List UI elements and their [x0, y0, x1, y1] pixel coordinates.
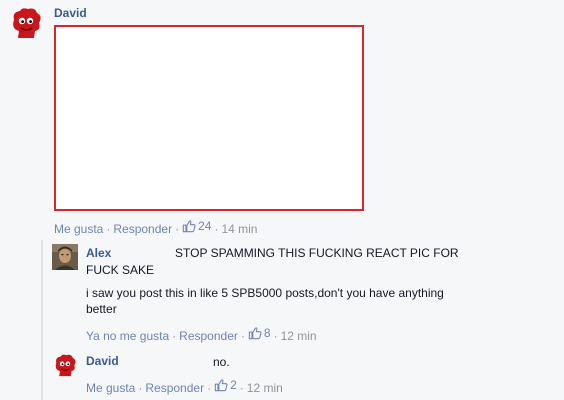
reply-thread-line [41, 240, 43, 400]
avatar[interactable] [52, 244, 78, 270]
reply-link[interactable]: Responder [145, 381, 204, 395]
comment-author[interactable]: David [54, 6, 87, 20]
likes-count[interactable]: 24 [182, 219, 211, 233]
attached-image[interactable] [54, 25, 364, 211]
avatar[interactable] [8, 6, 44, 42]
comment-text: FUCK SAKE [86, 263, 155, 277]
like-link[interactable]: Me gusta [86, 381, 135, 395]
timestamp[interactable]: 12 min [281, 329, 317, 343]
comment-actions: Me gusta · Responder · 24 · 14 min [54, 219, 258, 236]
comment-actions: Ya no me gusta · Responder · 8 · 12 min [86, 326, 317, 343]
man-photo-avatar-icon [52, 244, 78, 270]
timestamp[interactable]: 12 min [247, 381, 283, 395]
comment-actions: Me gusta · Responder · 2 · 12 min [86, 378, 283, 395]
comment-text: i saw you post this in like 5 SPB5000 po… [86, 286, 444, 300]
red-mascot-avatar-icon [52, 353, 78, 379]
comment-text: better [86, 302, 117, 316]
timestamp[interactable]: 14 min [221, 222, 257, 236]
likes-count[interactable]: 2 [214, 378, 237, 392]
like-link[interactable]: Me gusta [54, 222, 103, 236]
thumbs-up-icon [182, 220, 196, 233]
thumbs-up-icon [214, 379, 228, 392]
thumbs-up-icon [248, 327, 262, 340]
comment-author[interactable]: David [86, 354, 119, 368]
unlike-link[interactable]: Ya no me gusta [86, 329, 169, 343]
red-mascot-avatar-icon [8, 6, 44, 42]
comment-text: no. [213, 355, 230, 369]
comment-text: STOP SPAMMING THIS FUCKING REACT PIC FOR [175, 246, 459, 260]
likes-count[interactable]: 8 [248, 326, 271, 340]
comment-author[interactable]: Alex [86, 246, 111, 260]
reply-link[interactable]: Responder [179, 329, 238, 343]
avatar[interactable] [52, 353, 78, 379]
reply-link[interactable]: Responder [113, 222, 172, 236]
